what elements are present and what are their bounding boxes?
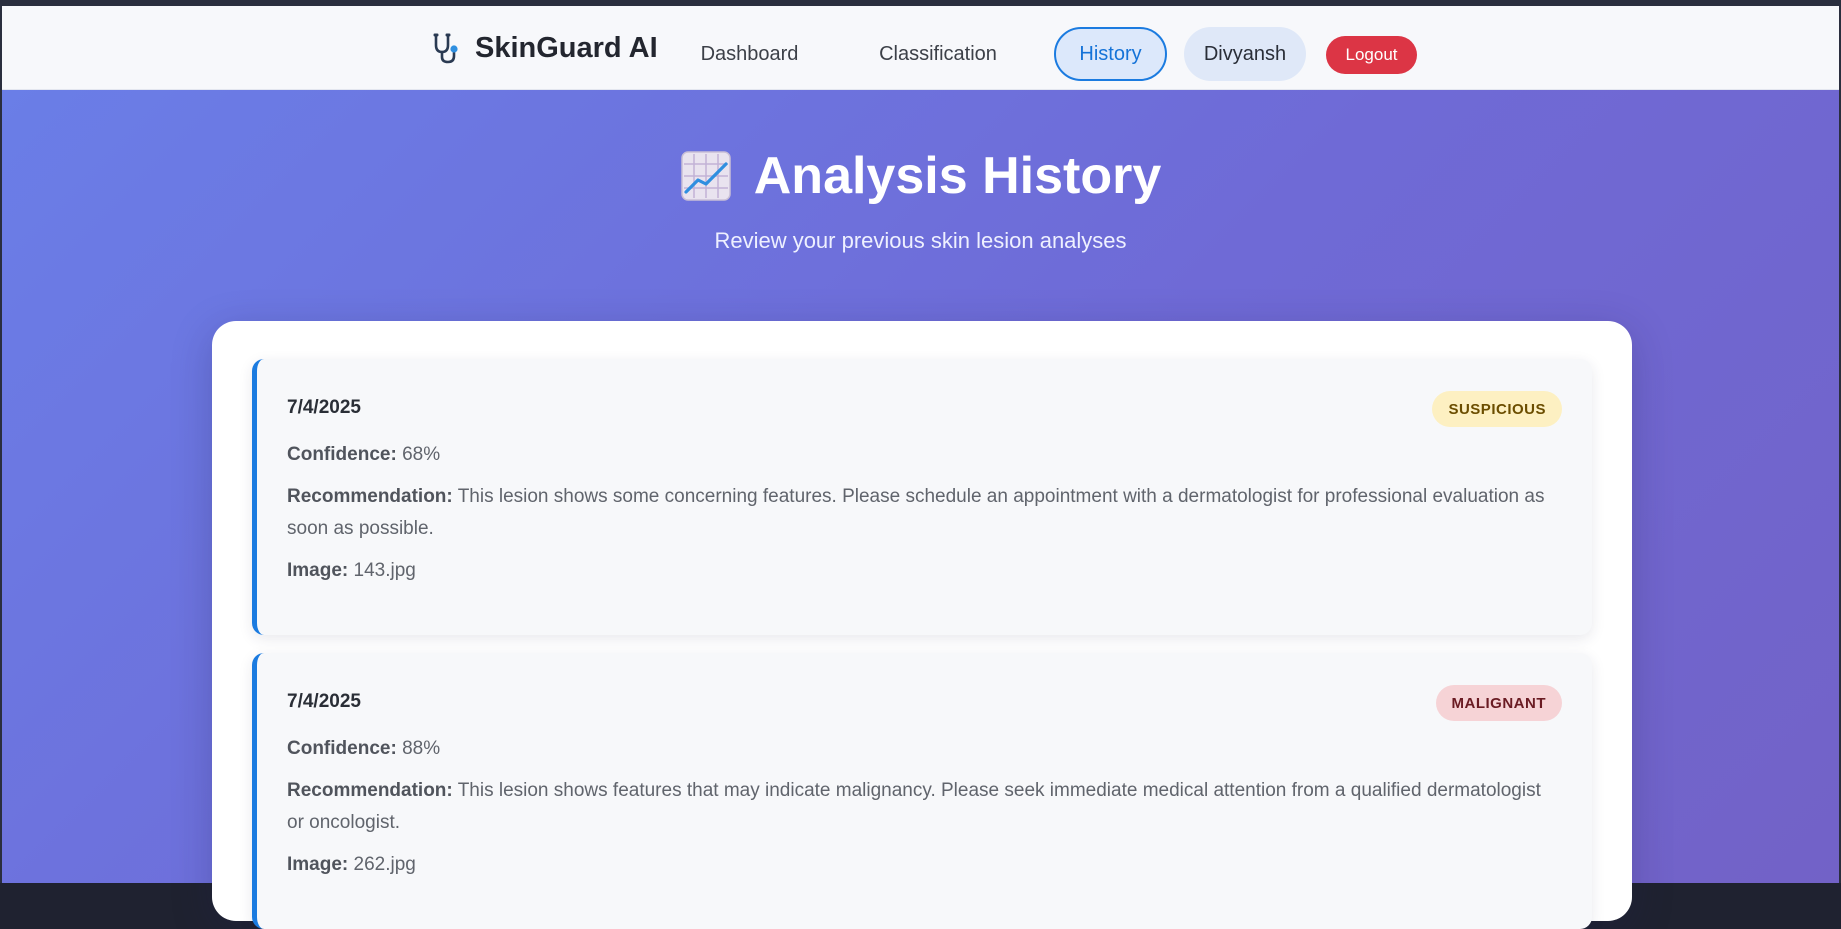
logout-button[interactable]: Logout (1326, 36, 1417, 74)
recommendation-field: Recommendation: This lesion shows some c… (287, 481, 1547, 545)
history-panel: 7/4/2025 SUSPICIOUS Confidence: 68% Reco… (212, 321, 1632, 929)
image-filename: 262.jpg (353, 854, 416, 875)
recommendation-field: Recommendation: This lesion shows featur… (287, 775, 1547, 839)
analysis-date: 7/4/2025 (287, 397, 361, 418)
image-filename: 143.jpg (353, 560, 416, 581)
confidence-label: Confidence: (287, 444, 397, 465)
stethoscope-icon (433, 33, 458, 64)
confidence-field: Confidence: 68% (287, 439, 1562, 471)
recommendation-text: This lesion shows features that may indi… (287, 780, 1541, 833)
history-card[interactable]: 7/4/2025 SUSPICIOUS Confidence: 68% Reco… (252, 359, 1592, 635)
image-label: Image: (287, 560, 349, 581)
confidence-value: 88% (402, 738, 441, 759)
page-header: Analysis History Review your previous sk… (2, 146, 1839, 254)
recommendation-text: This lesion shows some concerning featur… (287, 486, 1545, 539)
page-subtitle: Review your previous skin lesion analyse… (714, 228, 1127, 253)
top-navbar: SkinGuard AI Dashboard Classification Hi… (2, 6, 1839, 90)
confidence-value: 68% (402, 444, 441, 465)
confidence-label: Confidence: (287, 738, 397, 759)
confidence-field: Confidence: 88% (287, 733, 1562, 765)
app-window: SkinGuard AI Dashboard Classification Hi… (0, 0, 1841, 929)
image-label: Image: (287, 854, 349, 875)
recommendation-label: Recommendation: (287, 780, 453, 801)
analysis-date: 7/4/2025 (287, 691, 361, 712)
status-badge: MALIGNANT (1435, 685, 1562, 721)
nav-dashboard[interactable]: Dashboard (682, 27, 817, 81)
chart-increasing-icon (681, 151, 731, 201)
title-row: Analysis History (2, 146, 1839, 206)
nav-history[interactable]: History (1054, 27, 1167, 81)
recommendation-label: Recommendation: (287, 486, 453, 507)
user-profile-button[interactable]: Divyansh (1184, 27, 1306, 81)
image-field: Image: 143.jpg (287, 555, 1562, 587)
nav-classification[interactable]: Classification (862, 27, 1014, 81)
brand[interactable]: SkinGuard AI (429, 28, 658, 68)
image-field: Image: 262.jpg (287, 849, 1562, 881)
status-badge: SUSPICIOUS (1432, 391, 1562, 427)
history-card[interactable]: 7/4/2025 MALIGNANT Confidence: 88% Recom… (252, 653, 1592, 929)
page-title: Analysis History (753, 147, 1162, 205)
brand-name: SkinGuard AI (475, 31, 658, 64)
